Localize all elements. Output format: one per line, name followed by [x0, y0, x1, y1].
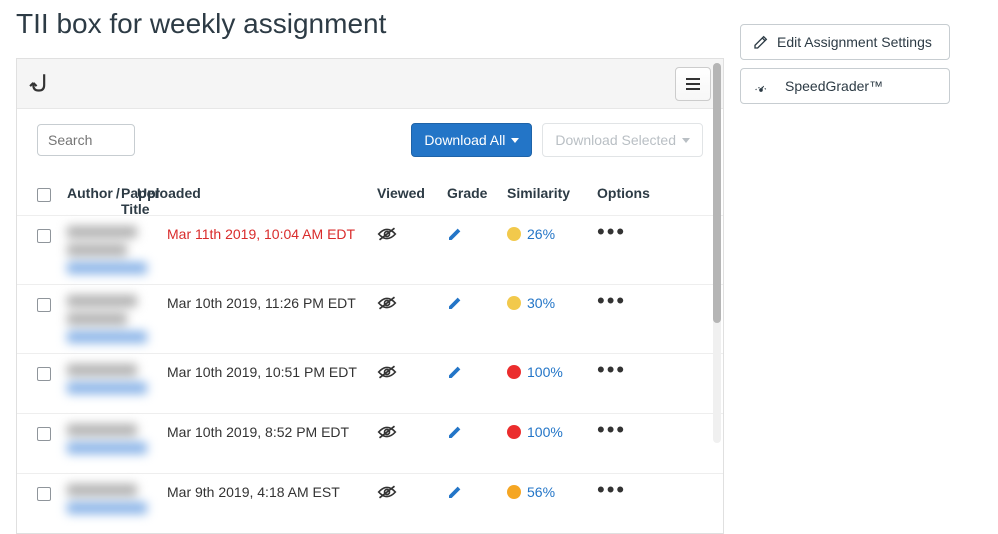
similarity-percent: 100%: [527, 364, 563, 380]
author-cell[interactable]: [67, 226, 167, 274]
similarity-percent: 26%: [527, 226, 555, 242]
uploaded-date: Mar 9th 2019, 4:18 AM EST: [167, 484, 340, 500]
uploaded-date: Mar 10th 2019, 8:52 PM EDT: [167, 424, 349, 440]
col-similarity-header[interactable]: Similarity: [507, 185, 597, 201]
similarity-percent: 56%: [527, 484, 555, 500]
pencil-icon: [753, 34, 777, 50]
select-all-checkbox[interactable]: [37, 188, 51, 202]
similarity-percent: 30%: [527, 295, 555, 311]
download-selected-label: Download Selected: [555, 132, 676, 148]
not-viewed-icon[interactable]: [377, 484, 447, 500]
edit-assignment-label: Edit Assignment Settings: [777, 34, 932, 50]
similarity-link[interactable]: 26%: [507, 226, 597, 242]
caret-down-icon: [682, 138, 690, 143]
hamburger-icon: [686, 78, 700, 90]
grade-edit-icon[interactable]: [447, 364, 507, 380]
grade-edit-icon[interactable]: [447, 484, 507, 500]
author-cell[interactable]: [67, 295, 167, 343]
table-row: Mar 10th 2019, 11:26 PM EDT 30% •••: [17, 284, 723, 353]
not-viewed-icon[interactable]: [377, 295, 447, 311]
edit-assignment-settings-button[interactable]: Edit Assignment Settings: [740, 24, 950, 60]
row-checkbox[interactable]: [37, 229, 51, 243]
search-input[interactable]: [37, 124, 135, 156]
row-options-button[interactable]: •••: [597, 417, 626, 442]
similarity-dot-icon: [507, 425, 521, 439]
grade-edit-icon[interactable]: [447, 424, 507, 440]
similarity-link[interactable]: 100%: [507, 364, 597, 380]
similarity-dot-icon: [507, 296, 521, 310]
uploaded-date: Mar 11th 2019, 10:04 AM EDT: [167, 226, 355, 242]
submissions-table: Author/Paper Title Uploaded Viewed Grade…: [17, 167, 723, 533]
uploaded-date: Mar 10th 2019, 11:26 PM EDT: [167, 295, 356, 311]
speedgrader-button[interactable]: SpeedGrader™: [740, 68, 950, 104]
table-header: Author/Paper Title Uploaded Viewed Grade…: [17, 167, 723, 215]
table-row: Mar 9th 2019, 4:18 AM EST 56% •••: [17, 473, 723, 533]
author-cell[interactable]: [67, 364, 167, 394]
row-options-button[interactable]: •••: [597, 219, 626, 244]
similarity-link[interactable]: 100%: [507, 424, 597, 440]
col-options-header: Options: [597, 185, 667, 201]
speedgrader-label: SpeedGrader™: [785, 78, 883, 94]
col-uploaded-header[interactable]: Uploaded: [137, 185, 201, 201]
uploaded-date: Mar 10th 2019, 10:51 PM EDT: [167, 364, 357, 380]
table-row: Mar 11th 2019, 10:04 AM EDT 26% •••: [17, 215, 723, 284]
caret-down-icon: [511, 138, 519, 143]
download-selected-button: Download Selected: [542, 123, 703, 157]
speedgrader-icon: [753, 78, 777, 94]
turnitin-logo-icon: [29, 71, 55, 97]
similarity-dot-icon: [507, 227, 521, 241]
table-row: Mar 10th 2019, 10:51 PM EDT 100% •••: [17, 353, 723, 413]
author-cell[interactable]: [67, 484, 167, 514]
download-all-label: Download All: [424, 132, 505, 148]
table-row: Mar 10th 2019, 8:52 PM EDT 100% •••: [17, 413, 723, 473]
download-all-button[interactable]: Download All: [411, 123, 532, 157]
row-checkbox[interactable]: [37, 298, 51, 312]
row-options-button[interactable]: •••: [597, 357, 626, 382]
row-options-button[interactable]: •••: [597, 288, 626, 313]
row-checkbox[interactable]: [37, 487, 51, 501]
row-checkbox[interactable]: [37, 427, 51, 441]
row-options-button[interactable]: •••: [597, 477, 626, 502]
similarity-percent: 100%: [527, 424, 563, 440]
grade-edit-icon[interactable]: [447, 295, 507, 311]
sidebar: Edit Assignment Settings SpeedGrader™: [740, 0, 980, 112]
scrollbar[interactable]: [713, 63, 721, 443]
author-cell[interactable]: [67, 424, 167, 454]
col-viewed-header[interactable]: Viewed: [377, 185, 447, 201]
similarity-link[interactable]: 56%: [507, 484, 597, 500]
similarity-link[interactable]: 30%: [507, 295, 597, 311]
not-viewed-icon[interactable]: [377, 364, 447, 380]
not-viewed-icon[interactable]: [377, 226, 447, 242]
menu-button[interactable]: [675, 67, 711, 101]
turnitin-frame: Download All Download Selected Auth: [16, 58, 724, 534]
col-grade-header[interactable]: Grade: [447, 185, 507, 201]
tii-toolbar: [17, 59, 723, 109]
controls-row: Download All Download Selected: [17, 109, 723, 167]
similarity-dot-icon: [507, 485, 521, 499]
similarity-dot-icon: [507, 365, 521, 379]
page-title: TII box for weekly assignment: [16, 8, 724, 40]
not-viewed-icon[interactable]: [377, 424, 447, 440]
grade-edit-icon[interactable]: [447, 226, 507, 242]
row-checkbox[interactable]: [37, 367, 51, 381]
